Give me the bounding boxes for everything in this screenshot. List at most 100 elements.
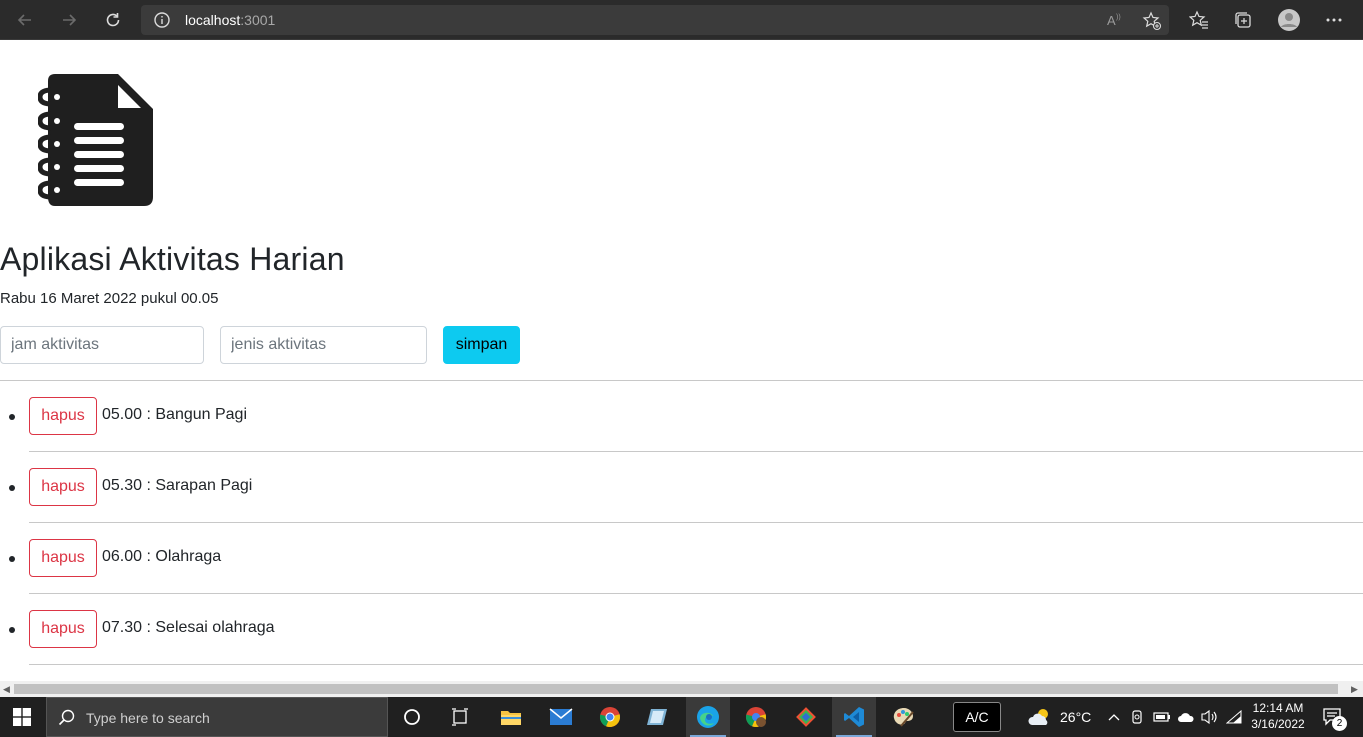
taskbar-edge[interactable] [686,697,730,737]
list-item: hapus 07.30 : Selesai olahraga [0,594,1363,665]
task-view-button[interactable] [443,697,479,737]
page-title: Aplikasi Aktivitas Harian [0,241,345,277]
delete-button[interactable]: hapus [29,468,97,506]
notebook-logo-icon [38,74,153,206]
chevron-up-icon [1108,714,1120,721]
delete-button[interactable]: hapus [29,610,97,648]
activity-text: 06.00 : Olahraga [102,548,222,565]
taskbar-search[interactable]: Type here to search [46,697,388,737]
notification-badge: 2 [1332,716,1347,731]
chrome-profile-icon [745,707,766,728]
show-hidden-icons-button[interactable] [1104,697,1124,737]
tray-volume[interactable] [1198,697,1220,737]
avatar-icon [1278,9,1300,31]
activity-input[interactable] [220,326,427,364]
collections-button[interactable] [1231,8,1255,32]
back-button[interactable] [11,6,39,34]
taskbar-paint[interactable] [886,697,922,737]
horizontal-scrollbar[interactable]: ◀ ▶ [0,681,1363,697]
meet-now-icon [1132,710,1142,724]
url-port: :3001 [240,12,276,28]
cortana-button[interactable] [394,697,430,737]
git-icon [796,707,816,727]
delete-button[interactable]: hapus [29,539,97,577]
paint-icon [893,708,914,727]
weather-temp: 26°C [1060,709,1092,725]
read-aloud-icon: A)) [1107,13,1121,28]
scrollbar-thumb[interactable] [14,684,1338,694]
cortana-icon [404,709,420,725]
save-button[interactable]: simpan [443,326,520,364]
address-bar[interactable]: localhost:3001 A)) [141,5,1169,35]
list-item: hapus 05.30 : Sarapan Pagi [0,452,1363,523]
search-icon [58,709,75,726]
url-host: localhost [185,12,241,28]
time-input[interactable] [0,326,204,364]
tray-network[interactable] [1223,697,1245,737]
bullet [9,556,15,562]
windows-logo-icon [13,708,31,726]
folder-icon [501,711,521,725]
wifi-icon [1226,710,1242,724]
mail-icon [549,708,573,725]
task-view-icon [452,708,468,726]
clock-date: 3/16/2022 [1251,717,1305,731]
activity-text: 05.30 : Sarapan Pagi [102,477,253,494]
collections-icon [1235,12,1251,28]
item-divider [29,664,1363,665]
scroll-right-icon[interactable]: ▶ [1351,684,1358,695]
ac-indicator[interactable]: A/C [953,697,1001,737]
taskbar-vscode[interactable] [832,697,876,737]
more-options-icon [1326,18,1342,22]
notification-center-button[interactable]: 2 [1318,697,1348,737]
refresh-button[interactable] [99,6,127,34]
forward-arrow-icon [63,14,77,26]
ac-label: A/C [965,709,989,725]
taskbar: Type here to search A/C 26°C 12:14 AM 3/… [0,697,1363,737]
svg-text:A: A [1107,13,1116,28]
refresh-icon [106,13,120,27]
vscode-icon [844,707,864,727]
activity-text: 07.30 : Selesai olahraga [102,619,275,636]
profile-button[interactable] [1277,8,1301,32]
volume-icon [1201,709,1217,725]
taskbar-chrome[interactable] [592,697,628,737]
taskbar-clock[interactable]: 12:14 AM 3/16/2022 [1244,700,1312,732]
notes-app-icon [647,709,667,725]
delete-button[interactable]: hapus [29,397,97,435]
bullet [9,485,15,491]
ac-display: A/C [953,702,1001,732]
taskbar-git[interactable] [788,697,824,737]
battery-icon [1153,712,1170,722]
bullet [9,414,15,420]
tray-battery[interactable] [1151,697,1173,737]
back-arrow-icon [17,14,31,26]
svg-text:)): )) [1116,14,1121,21]
browser-toolbar: localhost:3001 A)) [0,0,1363,40]
start-button[interactable] [0,697,44,737]
clock-time: 12:14 AM [1252,701,1304,715]
chrome-icon [599,707,620,728]
taskbar-file-explorer[interactable] [493,697,529,737]
page-content: Aplikasi Aktivitas Harian Rabu 16 Maret … [0,41,1363,681]
weather-widget[interactable]: 26°C [1028,697,1096,737]
search-placeholder: Type here to search [86,710,210,726]
taskbar-chrome-profile[interactable] [738,697,774,737]
favorites-button[interactable] [1187,8,1211,32]
activity-text: 05.00 : Bangun Pagi [102,406,248,423]
taskbar-notes-app[interactable] [640,697,676,737]
add-favorite-icon [1142,11,1162,31]
tray-meet-now[interactable] [1128,697,1148,737]
favorites-icon [1189,10,1208,29]
scroll-left-icon[interactable]: ◀ [3,684,10,695]
taskbar-mail[interactable] [543,697,579,737]
tray-onedrive[interactable] [1175,697,1197,737]
forward-button[interactable] [55,6,83,34]
list-item: hapus 06.00 : Olahraga [0,523,1363,594]
bullet [9,627,15,633]
weather-cloud-sun-icon [1028,709,1048,725]
url-text: localhost:3001 [185,12,275,28]
info-icon [154,12,170,28]
settings-menu-button[interactable] [1322,8,1346,32]
onedrive-cloud-icon [1178,713,1194,722]
